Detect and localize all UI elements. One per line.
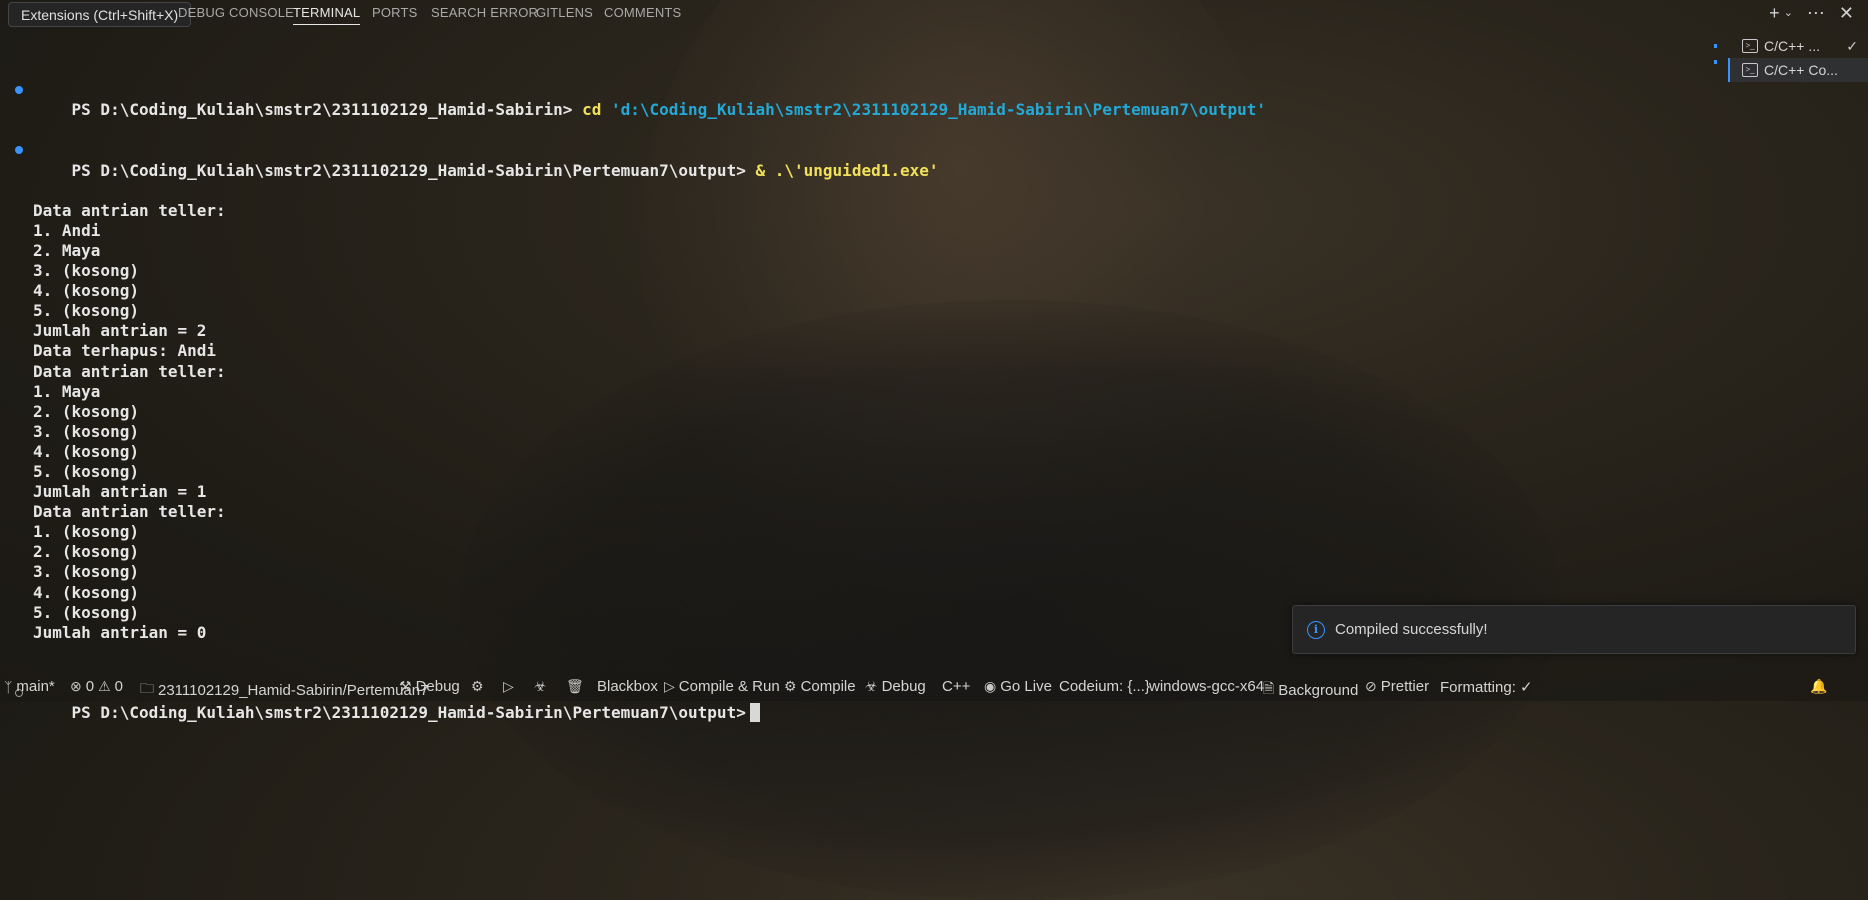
- tab-terminal[interactable]: TERMINAL: [293, 5, 361, 25]
- terminal-output-line: 5. (kosong): [33, 301, 139, 321]
- branch-indicator[interactable]: ᛉ main*: [4, 678, 55, 695]
- broadcast-icon: ◉: [984, 678, 997, 694]
- gear-icon: ⚙: [471, 678, 484, 694]
- panel-tab-bar: Extensions (Ctrl+Shift+X) DEBUG CONSOLE …: [0, 0, 1868, 28]
- debug-bug-button[interactable]: ☣: [534, 678, 547, 695]
- terminal-output-line: 2. Maya: [33, 240, 101, 260]
- terminal-output-line: 1. Andi: [33, 220, 101, 240]
- codeium-status[interactable]: Codeium: {...}: [1059, 678, 1150, 695]
- terminal-output-line: 5. (kosong): [33, 461, 139, 481]
- terminal-output-line: 2. (kosong): [33, 542, 139, 562]
- terminal-output-line: 3. (kosong): [33, 261, 139, 281]
- notifications-button[interactable]: 🔔: [1810, 678, 1827, 695]
- debug-button[interactable]: ⚒ Debug: [399, 678, 460, 695]
- terminal-output-line: Jumlah antrian = 1: [33, 482, 207, 502]
- trash-icon: 🗑: [566, 678, 584, 694]
- formatting-status[interactable]: Formatting: ✓: [1440, 678, 1533, 696]
- terminal-output-line: Jumlah antrian = 2: [33, 321, 207, 341]
- more-actions-icon[interactable]: ⋯: [1807, 2, 1825, 24]
- terminal-line: PS D:\Coding_Kuliah\smstr2\2311102129_Ha…: [0, 140, 1720, 180]
- debug-run-button[interactable]: ☣ Debug: [865, 678, 926, 695]
- play-icon: ▷: [664, 678, 675, 694]
- bug-icon: ☣: [865, 678, 878, 694]
- terminal-icon: >_: [1742, 39, 1758, 53]
- new-terminal-icon[interactable]: +: [1769, 2, 1780, 24]
- prettier-button[interactable]: ⊘ Prettier: [1365, 678, 1429, 695]
- notification-message: Compiled successfully!: [1335, 621, 1488, 638]
- toolchain-selector[interactable]: windows-gcc-x64: [1149, 678, 1264, 695]
- tab-comments[interactable]: COMMENTS: [604, 5, 681, 20]
- terminal-output-line: Data antrian teller:: [33, 200, 226, 220]
- close-panel-icon[interactable]: ✕: [1839, 2, 1854, 24]
- extensions-tooltip: Extensions (Ctrl+Shift+X): [8, 2, 192, 27]
- terminal-output-line: 1. (kosong): [33, 522, 139, 542]
- terminal-cursor: [749, 703, 760, 723]
- block-icon: ⊘: [1365, 678, 1377, 694]
- terminal-output-line: 2. (kosong): [33, 401, 139, 421]
- terminal-output-line: 4. (kosong): [33, 441, 139, 461]
- terminal-tabs-list: >_ C/C++ ... ✓ >_ C/C++ Co...: [1728, 34, 1868, 82]
- delete-button[interactable]: 🗑: [566, 678, 584, 695]
- go-live-button[interactable]: ◉ Go Live: [984, 678, 1052, 695]
- command-success-icon[interactable]: [15, 146, 23, 155]
- git-branch-icon: ᛉ: [4, 678, 13, 695]
- tab-ports[interactable]: PORTS: [372, 5, 418, 20]
- terminal-output-line: 3. (kosong): [33, 562, 139, 582]
- run-button[interactable]: ▷: [503, 678, 514, 695]
- scroll-mark: [1714, 60, 1717, 64]
- terminal-output-line: 1. Maya: [33, 381, 101, 401]
- bug-icon: ☣: [534, 678, 547, 694]
- file-icon: 🗎: [1263, 680, 1275, 696]
- scroll-mark: [1714, 44, 1717, 48]
- terminal-output-line: 3. (kosong): [33, 421, 139, 441]
- status-bar: ᛉ main* ⊗ 0 ⚠ 0 🗀 2311102129_Hamid-Sabir…: [0, 673, 1868, 701]
- terminal-tab-item[interactable]: >_ C/C++ Co...: [1728, 58, 1868, 82]
- terminal-tab-item[interactable]: >_ C/C++ ... ✓: [1728, 34, 1868, 58]
- tab-gitlens[interactable]: GITLENS: [536, 5, 593, 20]
- settings-button[interactable]: ⚙: [471, 678, 484, 695]
- chevron-down-icon[interactable]: ⌄: [1784, 2, 1793, 24]
- folder-indicator[interactable]: 🗀 2311102129_Hamid-Sabirin/Pertemuan7: [140, 678, 428, 702]
- terminal-scroll-marks: [1714, 44, 1718, 76]
- info-icon: i: [1307, 620, 1325, 639]
- problems-indicator[interactable]: ⊗ 0 ⚠ 0: [70, 678, 123, 695]
- compile-button[interactable]: ⚙ Compile: [784, 678, 856, 695]
- tab-search-error[interactable]: SEARCH ERROR: [431, 5, 538, 20]
- terminal-output-line: Data terhapus: Andi: [33, 341, 217, 361]
- terminal-icon: >_: [1742, 63, 1758, 77]
- terminal-line: PS D:\Coding_Kuliah\smstr2\2311102129_Ha…: [0, 80, 1720, 119]
- panel-actions: + ⌄ ⋯ ✕: [1769, 2, 1854, 24]
- notification-toast[interactable]: i Compiled successfully!: [1292, 605, 1856, 654]
- command-success-icon[interactable]: [15, 86, 23, 95]
- play-icon: ▷: [503, 678, 514, 694]
- terminal-output-line: 4. (kosong): [33, 281, 139, 301]
- gear-icon: ⚙: [784, 678, 797, 694]
- warning-icon: ⚠: [98, 678, 111, 694]
- blackbox-button[interactable]: Blackbox: [597, 678, 658, 695]
- terminal-output-line: Data antrian teller:: [33, 502, 226, 522]
- tab-debug-console[interactable]: DEBUG CONSOLE: [178, 5, 294, 20]
- check-icon: ✓: [1846, 37, 1858, 54]
- terminal-output-line: Data antrian teller:: [33, 361, 226, 381]
- background-button[interactable]: 🗎 Background: [1263, 678, 1358, 702]
- tools-icon: ⚒: [399, 678, 412, 694]
- bell-icon: 🔔: [1810, 678, 1828, 694]
- error-icon: ⊗: [70, 678, 82, 694]
- terminal-output-line: 4. (kosong): [33, 582, 139, 602]
- folder-icon: 🗀: [140, 680, 154, 696]
- compile-run-button[interactable]: ▷ Compile & Run: [664, 678, 780, 695]
- language-mode[interactable]: C++: [942, 678, 970, 695]
